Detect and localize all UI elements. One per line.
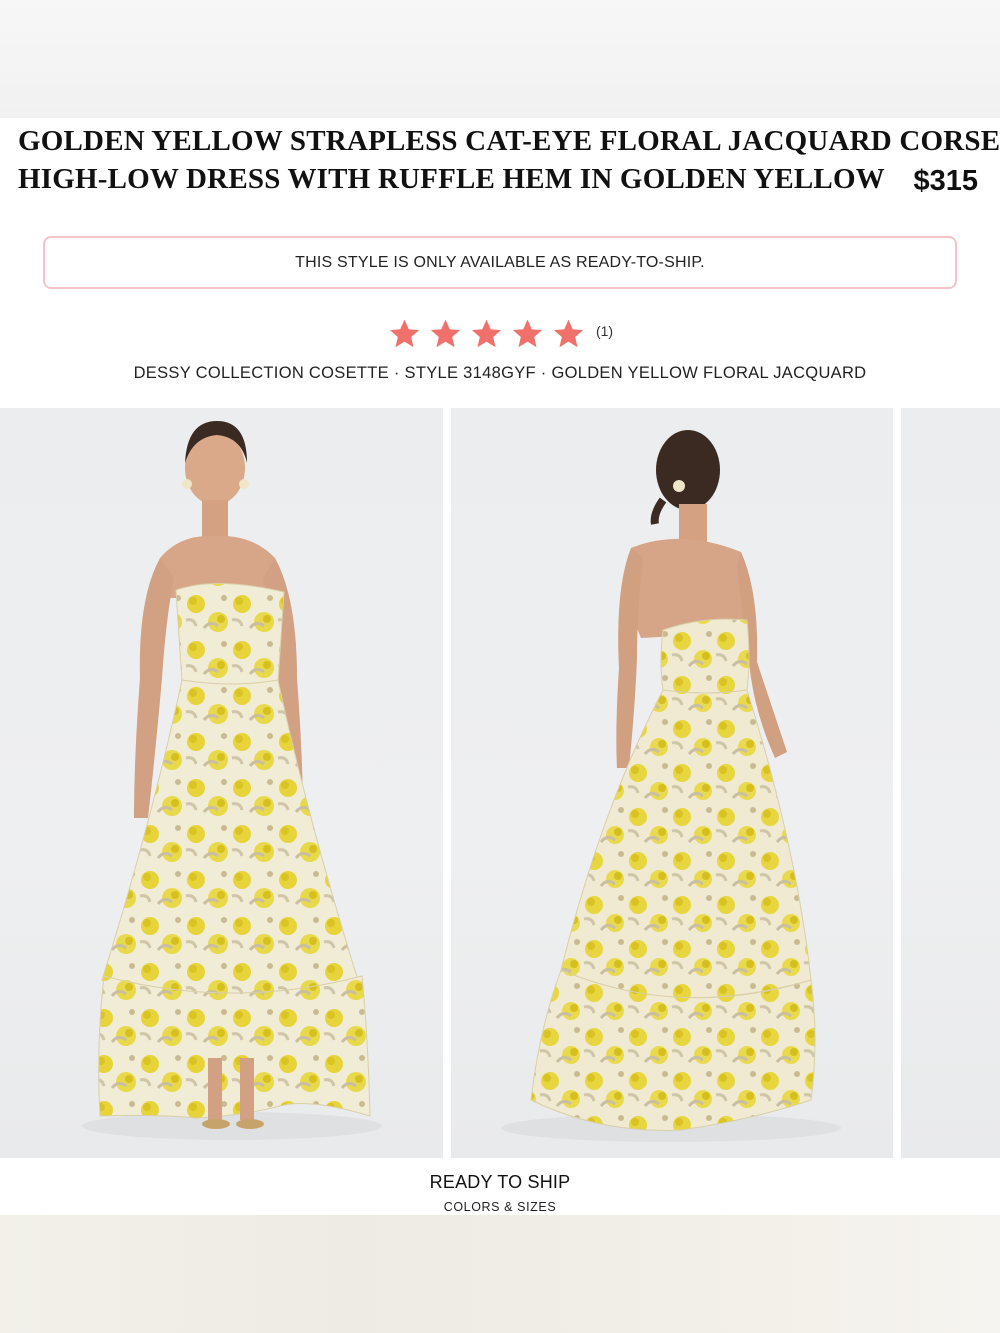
- gallery-image-front[interactable]: [0, 408, 443, 1158]
- top-band: [0, 0, 1000, 118]
- rating-widget[interactable]: (1): [0, 314, 1000, 354]
- star-icon: [471, 319, 502, 347]
- star-rating[interactable]: [387, 317, 586, 352]
- star-icon: [553, 319, 584, 347]
- back-view-illustration: [501, 430, 841, 1142]
- notice-text: THIS STYLE IS ONLY AVAILABLE AS READY-TO…: [295, 253, 705, 271]
- product-price: $315: [913, 165, 978, 197]
- ready-to-ship-notice: THIS STYLE IS ONLY AVAILABLE AS READY-TO…: [43, 236, 957, 289]
- star-icon: [512, 319, 543, 347]
- bottom-band: [0, 1215, 1000, 1333]
- product-meta: DESSY COLLECTION COSETTE · STYLE 3148GYF…: [133, 364, 867, 382]
- product-title-line2: HIGH-LOW DRESS WITH RUFFLE HEM IN GOLDEN…: [18, 163, 885, 195]
- product-title: GOLDEN YELLOW STRAPLESS CAT-EYE FLORAL J…: [18, 122, 1000, 198]
- gallery-image-next[interactable]: [901, 408, 1000, 1158]
- star-icon: [389, 319, 420, 347]
- product-title-line1: GOLDEN YELLOW STRAPLESS CAT-EYE FLORAL J…: [18, 125, 1000, 157]
- image-gallery[interactable]: [0, 408, 1000, 1158]
- ready-to-ship-label[interactable]: READY TO SHIP: [0, 1172, 1000, 1193]
- front-view-illustration: [82, 421, 382, 1140]
- star-icon: [430, 319, 461, 347]
- gallery-image-back[interactable]: [451, 408, 893, 1158]
- colors-sizes-label[interactable]: COLORS & SIZES: [0, 1200, 1000, 1214]
- review-count-link[interactable]: (1): [596, 323, 613, 339]
